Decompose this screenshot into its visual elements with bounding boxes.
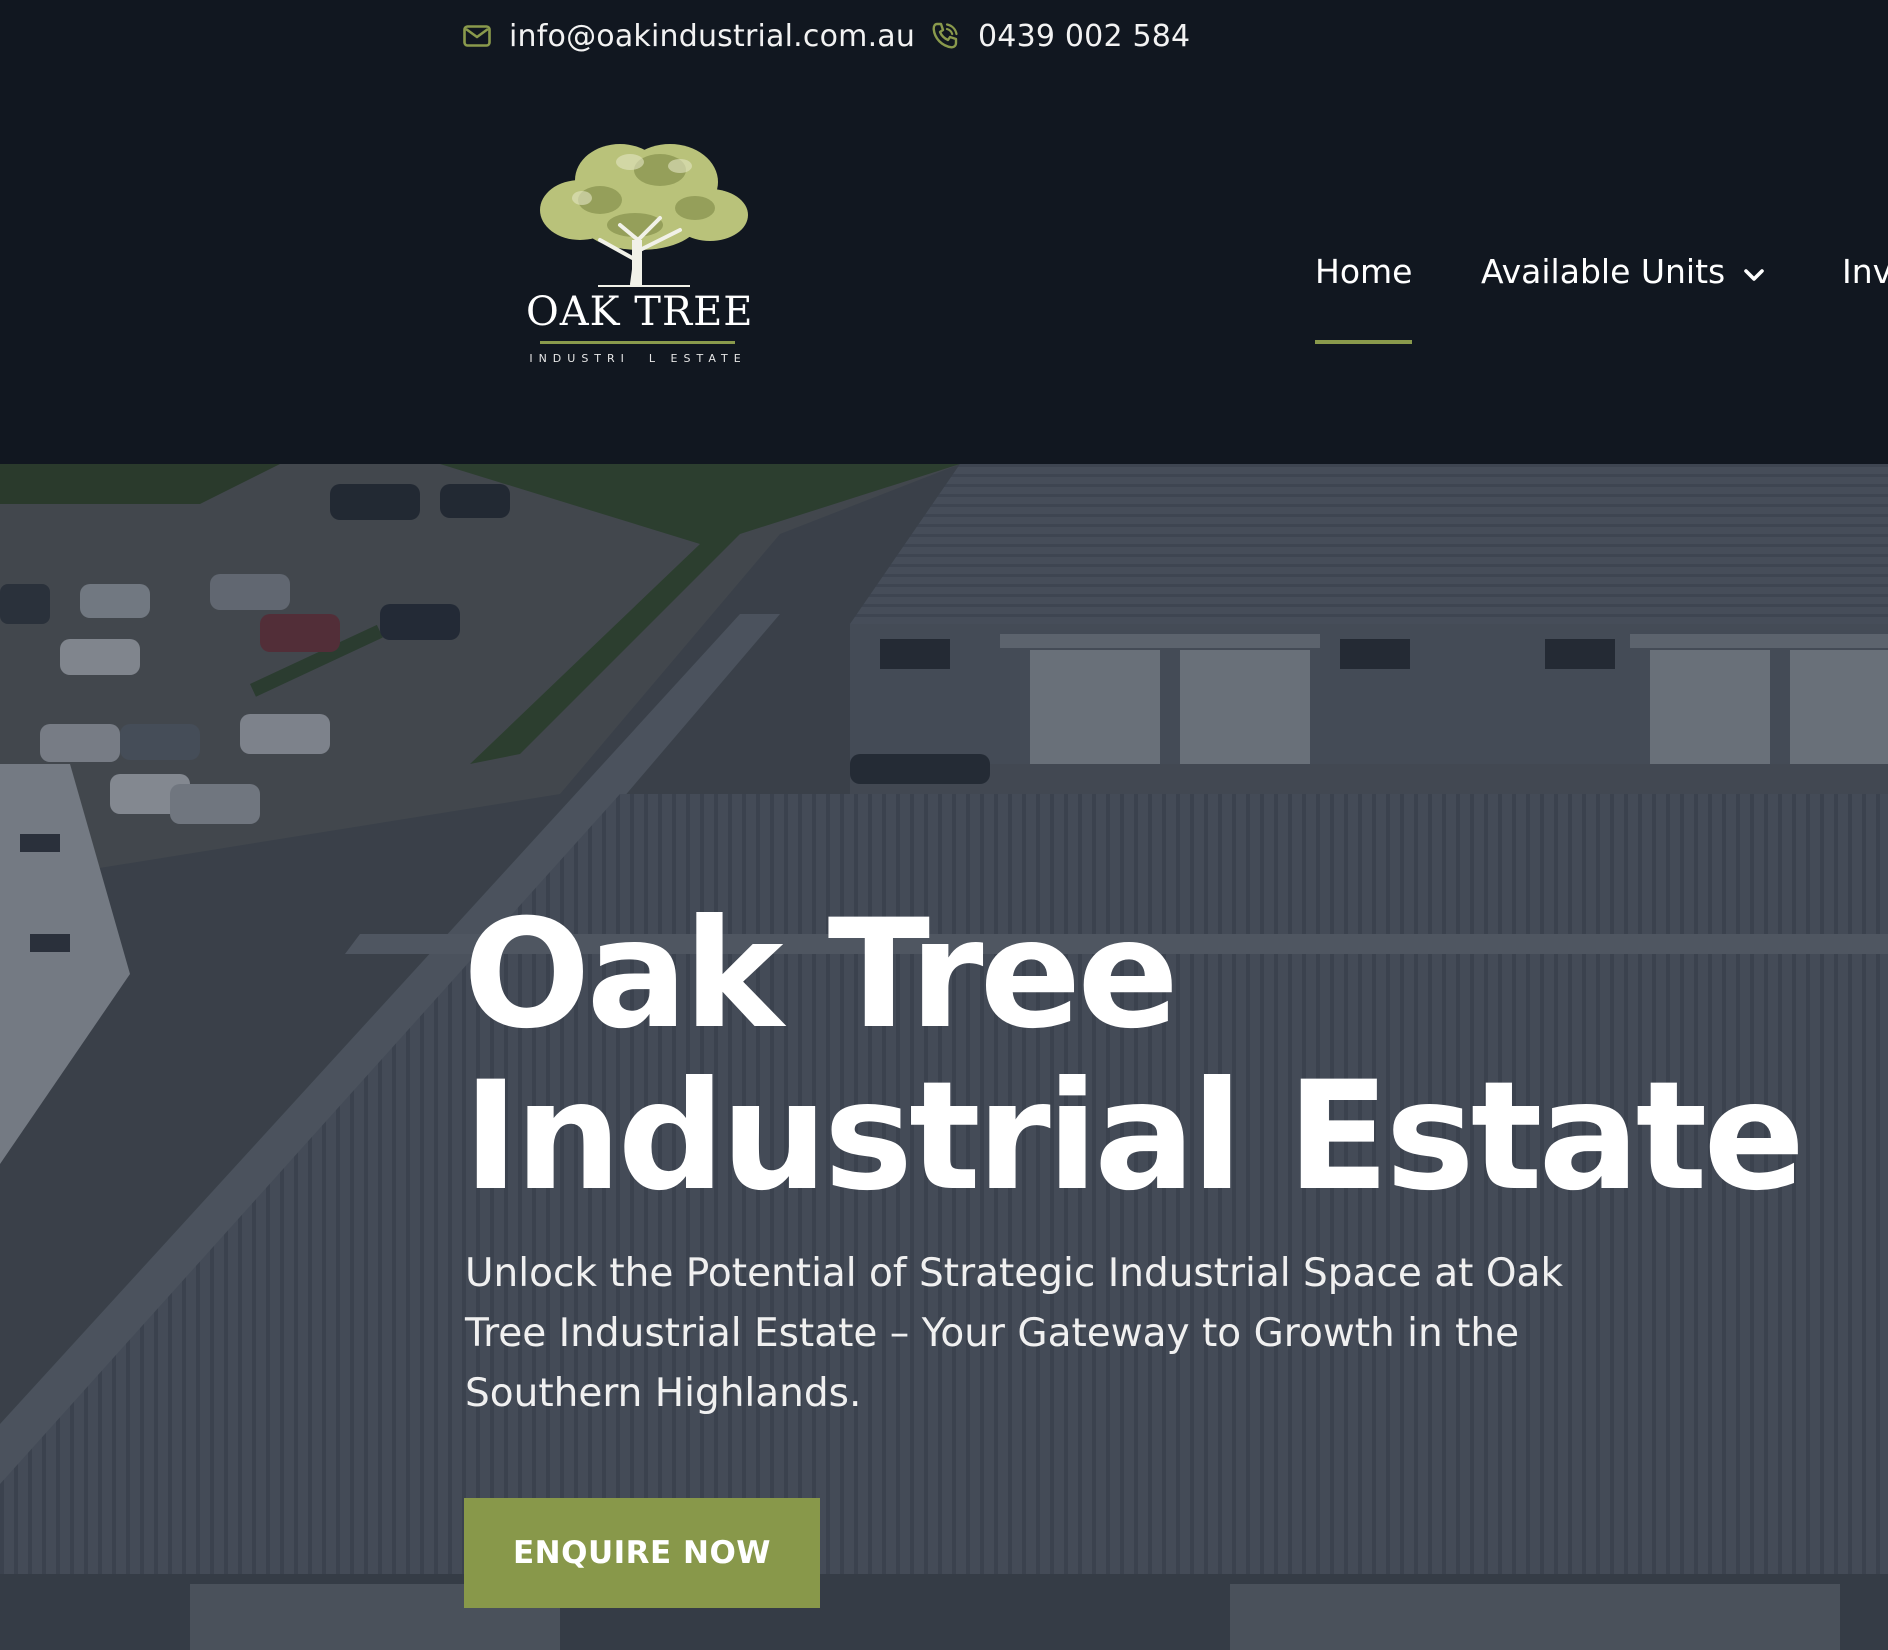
logo-divider xyxy=(540,341,735,344)
hero-title-line-2: Industrial Estate xyxy=(463,1050,1805,1224)
hero-title: Oak Tree Industrial Estate xyxy=(463,888,1805,1224)
nav-item-investors[interactable]: Inv xyxy=(1842,248,1888,296)
hero-section: Oak Tree Industrial Estate Unlock the Po… xyxy=(0,464,1888,1650)
active-nav-underline xyxy=(1315,340,1413,344)
nav-item-investors-label: Inv xyxy=(1842,252,1888,291)
nav-item-available-units[interactable]: Available Units xyxy=(1481,248,1765,296)
hero-subtitle: Unlock the Potential of Strategic Indust… xyxy=(465,1251,1564,1416)
phone-icon xyxy=(932,22,958,49)
phone-link[interactable]: 0439 002 584 xyxy=(930,14,1190,58)
email-link[interactable]: info@oakindustrial.com.au xyxy=(463,14,915,58)
logo-title: OAK TREE xyxy=(526,289,754,335)
phone-text: 0439 002 584 xyxy=(978,18,1191,54)
logo-subtitle: INDUSTRI L ESTATE xyxy=(529,352,747,365)
top-contact-bar: info@oakindustrial.com.au 0439 002 584 xyxy=(0,0,1888,72)
nav-item-available-units-label: Available Units xyxy=(1481,252,1726,291)
nav-item-home[interactable]: Home xyxy=(1315,248,1413,344)
email-icon xyxy=(463,25,491,47)
nav-item-home-label: Home xyxy=(1315,252,1413,291)
email-text: info@oakindustrial.com.au xyxy=(509,18,916,54)
enquire-now-button[interactable]: ENQUIRE NOW xyxy=(464,1498,820,1608)
hero-title-line-1: Oak Tree xyxy=(463,888,1179,1062)
page: info@oakindustrial.com.au 0439 002 584 O… xyxy=(0,0,1888,1650)
chevron-down-icon[interactable] xyxy=(1743,247,1765,295)
